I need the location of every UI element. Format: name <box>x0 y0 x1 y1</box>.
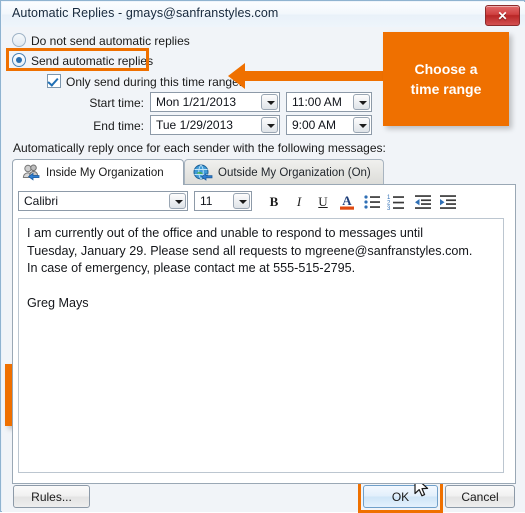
tab-outside-label: Outside My Organization (On) <box>218 166 371 179</box>
decrease-indent-button[interactable] <box>412 192 434 212</box>
message-signature: Greg Mays <box>27 295 89 310</box>
message-line-3: In case of emergency, please contact me … <box>27 261 356 275</box>
end-clock-chevron-down-icon[interactable] <box>353 117 370 133</box>
messages-intro-label: Automatically reply once for each sender… <box>13 141 386 155</box>
bold-button[interactable]: B <box>263 192 285 212</box>
close-button[interactable]: ✕ <box>485 5 520 26</box>
checkbox-time-range-indicator <box>47 74 61 88</box>
globe-icon <box>192 164 214 182</box>
italic-button[interactable]: I <box>288 192 310 212</box>
font-family-value: Calibri <box>24 194 59 208</box>
message-body-editor[interactable]: I am currently out of the office and una… <box>18 218 504 473</box>
radio-send-automatic-indicator <box>12 53 26 67</box>
title-bar: Automatic Replies - gmays@sanfranstyles.… <box>2 2 525 28</box>
start-date-chevron-down-icon[interactable] <box>261 94 278 110</box>
window-title: Automatic Replies - gmays@sanfranstyles.… <box>12 6 279 20</box>
font-size-combo[interactable]: 11 <box>194 191 252 211</box>
tab-inside-my-organization[interactable]: Inside My Organization <box>12 159 184 185</box>
radio-send-automatic-label: Send automatic replies <box>31 54 154 68</box>
numbered-list-button[interactable]: 1 2 3 <box>385 192 407 212</box>
svg-text:A: A <box>342 193 352 208</box>
people-icon <box>20 164 42 182</box>
annotation-choose-time-range: Choose a time range <box>383 32 509 126</box>
rules-button[interactable]: Rules... <box>13 485 90 508</box>
start-date-value: Mon 1/21/2013 <box>156 95 237 109</box>
end-time-label: End time: <box>93 119 144 133</box>
font-family-chevron-down-icon[interactable] <box>169 193 186 209</box>
start-clock-chevron-down-icon[interactable] <box>353 94 370 110</box>
message-tabstrip: Inside My Organization Outside My Organi… <box>12 159 516 185</box>
bullet-list-button[interactable] <box>361 192 383 212</box>
cancel-button[interactable]: Cancel <box>445 485 515 508</box>
end-clock-value: 9:00 AM <box>292 118 337 132</box>
start-clock-value: 11:00 AM <box>292 95 342 109</box>
radio-send-automatic[interactable]: Send automatic replies <box>12 53 153 68</box>
font-size-chevron-down-icon[interactable] <box>233 193 250 209</box>
end-date-value: Tue 1/29/2013 <box>156 118 233 132</box>
radio-do-not-send-indicator <box>12 33 26 47</box>
tab-inside-label: Inside My Organization <box>46 166 164 179</box>
font-family-combo[interactable]: Calibri <box>18 191 188 211</box>
start-date-combo[interactable]: Mon 1/21/2013 <box>150 92 280 112</box>
annotation-arrow-time-range <box>228 63 383 89</box>
start-clock-combo[interactable]: 11:00 AM <box>286 92 372 112</box>
radio-do-not-send[interactable]: Do not send automatic replies <box>12 33 190 48</box>
end-clock-combo[interactable]: 9:00 AM <box>286 115 372 135</box>
font-color-button[interactable]: A <box>336 192 358 212</box>
end-date-chevron-down-icon[interactable] <box>261 117 278 133</box>
formatting-toolbar: Calibri 11 B I U A 1 2 3 <box>17 189 511 215</box>
close-icon: ✕ <box>497 8 508 23</box>
underline-button[interactable]: U <box>312 192 334 212</box>
screenshot-root: Automatic Replies - gmays@sanfranstyles.… <box>0 0 525 513</box>
tab-outside-my-organization[interactable]: Outside My Organization (On) <box>184 159 384 185</box>
radio-do-not-send-label: Do not send automatic replies <box>31 34 190 48</box>
font-size-value: 11 <box>200 194 213 208</box>
checkbox-time-range-label: Only send during this time range: <box>66 75 243 89</box>
start-time-label: Start time: <box>89 96 144 110</box>
checkbox-time-range[interactable]: Only send during this time range: <box>47 74 242 89</box>
message-line-1: I am currently out of the office and una… <box>27 226 424 240</box>
end-date-combo[interactable]: Tue 1/29/2013 <box>150 115 280 135</box>
svg-text:3: 3 <box>387 206 391 212</box>
message-line-2: Tuesday, January 29. Please send all req… <box>27 243 473 258</box>
increase-indent-button[interactable] <box>437 192 459 212</box>
message-tab-panel: Calibri 11 B I U A 1 2 3 I am currently … <box>12 184 516 484</box>
ok-button[interactable]: OK <box>363 485 438 508</box>
